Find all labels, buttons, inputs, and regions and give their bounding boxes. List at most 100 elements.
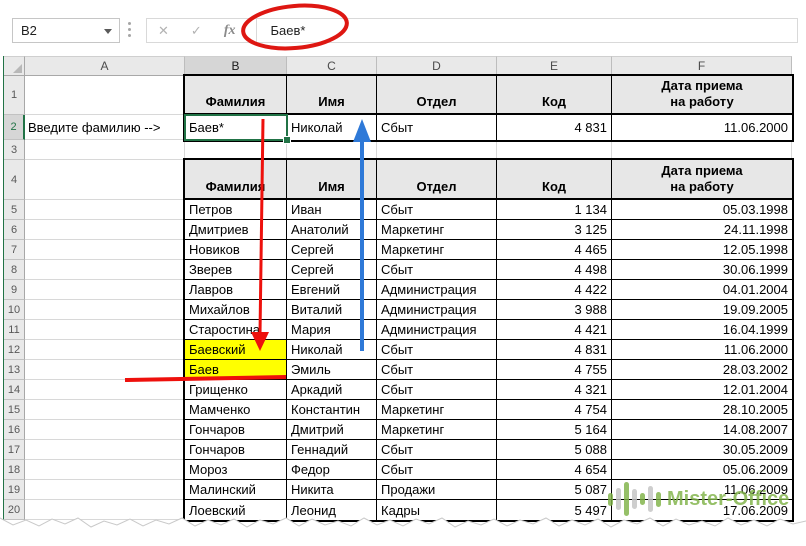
cell-E17[interactable]: 5 088 <box>497 440 612 460</box>
cell-D9[interactable]: Администрация <box>377 280 497 300</box>
cell-C2[interactable]: Николай <box>287 115 377 140</box>
cell-B6[interactable]: Дмитриев <box>185 220 287 240</box>
cell-C16[interactable]: Дмитрий <box>287 420 377 440</box>
cell-D8[interactable]: Сбыт <box>377 260 497 280</box>
cell-F10[interactable]: 19.09.2005 <box>612 300 792 320</box>
column-header-F[interactable]: F <box>612 56 792 76</box>
row-header-15[interactable]: 15 <box>4 400 25 420</box>
column-header-A[interactable]: A <box>25 56 185 76</box>
row-header-2[interactable]: 2 <box>4 115 25 140</box>
cell-F11[interactable]: 16.04.1999 <box>612 320 792 340</box>
name-box[interactable]: B2 <box>12 18 120 43</box>
cell-D14[interactable]: Сбыт <box>377 380 497 400</box>
cell-A9[interactable] <box>25 280 185 300</box>
cell-C6[interactable]: Анатолий <box>287 220 377 240</box>
cell-A3[interactable] <box>25 140 185 160</box>
cell-F13[interactable]: 28.03.2002 <box>612 360 792 380</box>
cell-E3[interactable] <box>497 140 612 160</box>
row-header-20[interactable]: 20 <box>4 500 25 520</box>
cell-F18[interactable]: 05.06.2009 <box>612 460 792 480</box>
cell-E13[interactable]: 4 755 <box>497 360 612 380</box>
cell-B2[interactable]: Баев* <box>185 115 287 140</box>
cell-D15[interactable]: Маркетинг <box>377 400 497 420</box>
cell-F9[interactable]: 04.01.2004 <box>612 280 792 300</box>
cell-A11[interactable] <box>25 320 185 340</box>
cell-B20[interactable]: Лоевский <box>185 500 287 520</box>
row-header-3[interactable]: 3 <box>4 140 25 160</box>
cell-B5[interactable]: Петров <box>185 200 287 220</box>
cell-B13[interactable]: Баев <box>185 360 287 380</box>
cell-A5[interactable] <box>25 200 185 220</box>
cell-B4[interactable]: Фамилия <box>185 160 287 200</box>
cell-D18[interactable]: Сбыт <box>377 460 497 480</box>
cell-F6[interactable]: 24.11.1998 <box>612 220 792 240</box>
row-header-5[interactable]: 5 <box>4 200 25 220</box>
cell-D20[interactable]: Кадры <box>377 500 497 520</box>
cell-B1[interactable]: Фамилия <box>185 76 287 115</box>
cell-A10[interactable] <box>25 300 185 320</box>
cell-E16[interactable]: 5 164 <box>497 420 612 440</box>
formula-bar[interactable]: ✕ ✓ fx Баев* <box>146 18 798 43</box>
cell-F19[interactable]: 11.06.2009 <box>612 480 792 500</box>
row-header-19[interactable]: 19 <box>4 480 25 500</box>
cell-B7[interactable]: Новиков <box>185 240 287 260</box>
cell-A20[interactable] <box>25 500 185 520</box>
cell-E14[interactable]: 4 321 <box>497 380 612 400</box>
column-header-C[interactable]: C <box>287 56 377 76</box>
cell-B8[interactable]: Зверев <box>185 260 287 280</box>
cell-E9[interactable]: 4 422 <box>497 280 612 300</box>
cell-D1[interactable]: Отдел <box>377 76 497 115</box>
cell-C11[interactable]: Мария <box>287 320 377 340</box>
insert-function-icon[interactable]: fx <box>213 23 247 39</box>
cell-C4[interactable]: Имя <box>287 160 377 200</box>
cell-C14[interactable]: Аркадий <box>287 380 377 400</box>
cell-E1[interactable]: Код <box>497 76 612 115</box>
cell-B9[interactable]: Лавров <box>185 280 287 300</box>
column-header-B[interactable]: B <box>185 56 287 76</box>
row-header-7[interactable]: 7 <box>4 240 25 260</box>
cell-F2[interactable]: 11.06.2000 <box>612 115 792 140</box>
cell-A6[interactable] <box>25 220 185 240</box>
cell-A17[interactable] <box>25 440 185 460</box>
cell-F14[interactable]: 12.01.2004 <box>612 380 792 400</box>
row-header-11[interactable]: 11 <box>4 320 25 340</box>
cell-B16[interactable]: Гончаров <box>185 420 287 440</box>
cell-A1[interactable] <box>25 76 185 115</box>
cell-E15[interactable]: 4 754 <box>497 400 612 420</box>
cell-E5[interactable]: 1 134 <box>497 200 612 220</box>
cell-C1[interactable]: Имя <box>287 76 377 115</box>
row-header-9[interactable]: 9 <box>4 280 25 300</box>
select-all-corner[interactable] <box>4 56 25 76</box>
cell-E20[interactable]: 5 497 <box>497 500 612 520</box>
cell-B18[interactable]: Мороз <box>185 460 287 480</box>
cell-C15[interactable]: Константин <box>287 400 377 420</box>
cell-C19[interactable]: Никита <box>287 480 377 500</box>
cell-A12[interactable] <box>25 340 185 360</box>
cell-D4[interactable]: Отдел <box>377 160 497 200</box>
cell-E18[interactable]: 4 654 <box>497 460 612 480</box>
cell-D2[interactable]: Сбыт <box>377 115 497 140</box>
cell-C10[interactable]: Виталий <box>287 300 377 320</box>
cell-E2[interactable]: 4 831 <box>497 115 612 140</box>
cell-F8[interactable]: 30.06.1999 <box>612 260 792 280</box>
cell-E8[interactable]: 4 498 <box>497 260 612 280</box>
cell-C3[interactable] <box>287 140 377 160</box>
row-header-17[interactable]: 17 <box>4 440 25 460</box>
cell-C9[interactable]: Евгений <box>287 280 377 300</box>
cell-F3[interactable] <box>612 140 792 160</box>
cell-D13[interactable]: Сбыт <box>377 360 497 380</box>
row-header-10[interactable]: 10 <box>4 300 25 320</box>
cell-C12[interactable]: Николай <box>287 340 377 360</box>
cell-F20[interactable]: 17.06.2009 <box>612 500 792 520</box>
cell-C7[interactable]: Сергей <box>287 240 377 260</box>
cell-A14[interactable] <box>25 380 185 400</box>
cell-B17[interactable]: Гончаров <box>185 440 287 460</box>
cell-D10[interactable]: Администрация <box>377 300 497 320</box>
cell-D6[interactable]: Маркетинг <box>377 220 497 240</box>
cell-F17[interactable]: 30.05.2009 <box>612 440 792 460</box>
row-header-16[interactable]: 16 <box>4 420 25 440</box>
cell-C5[interactable]: Иван <box>287 200 377 220</box>
cell-B12[interactable]: Баевский <box>185 340 287 360</box>
cell-E6[interactable]: 3 125 <box>497 220 612 240</box>
column-header-D[interactable]: D <box>377 56 497 76</box>
